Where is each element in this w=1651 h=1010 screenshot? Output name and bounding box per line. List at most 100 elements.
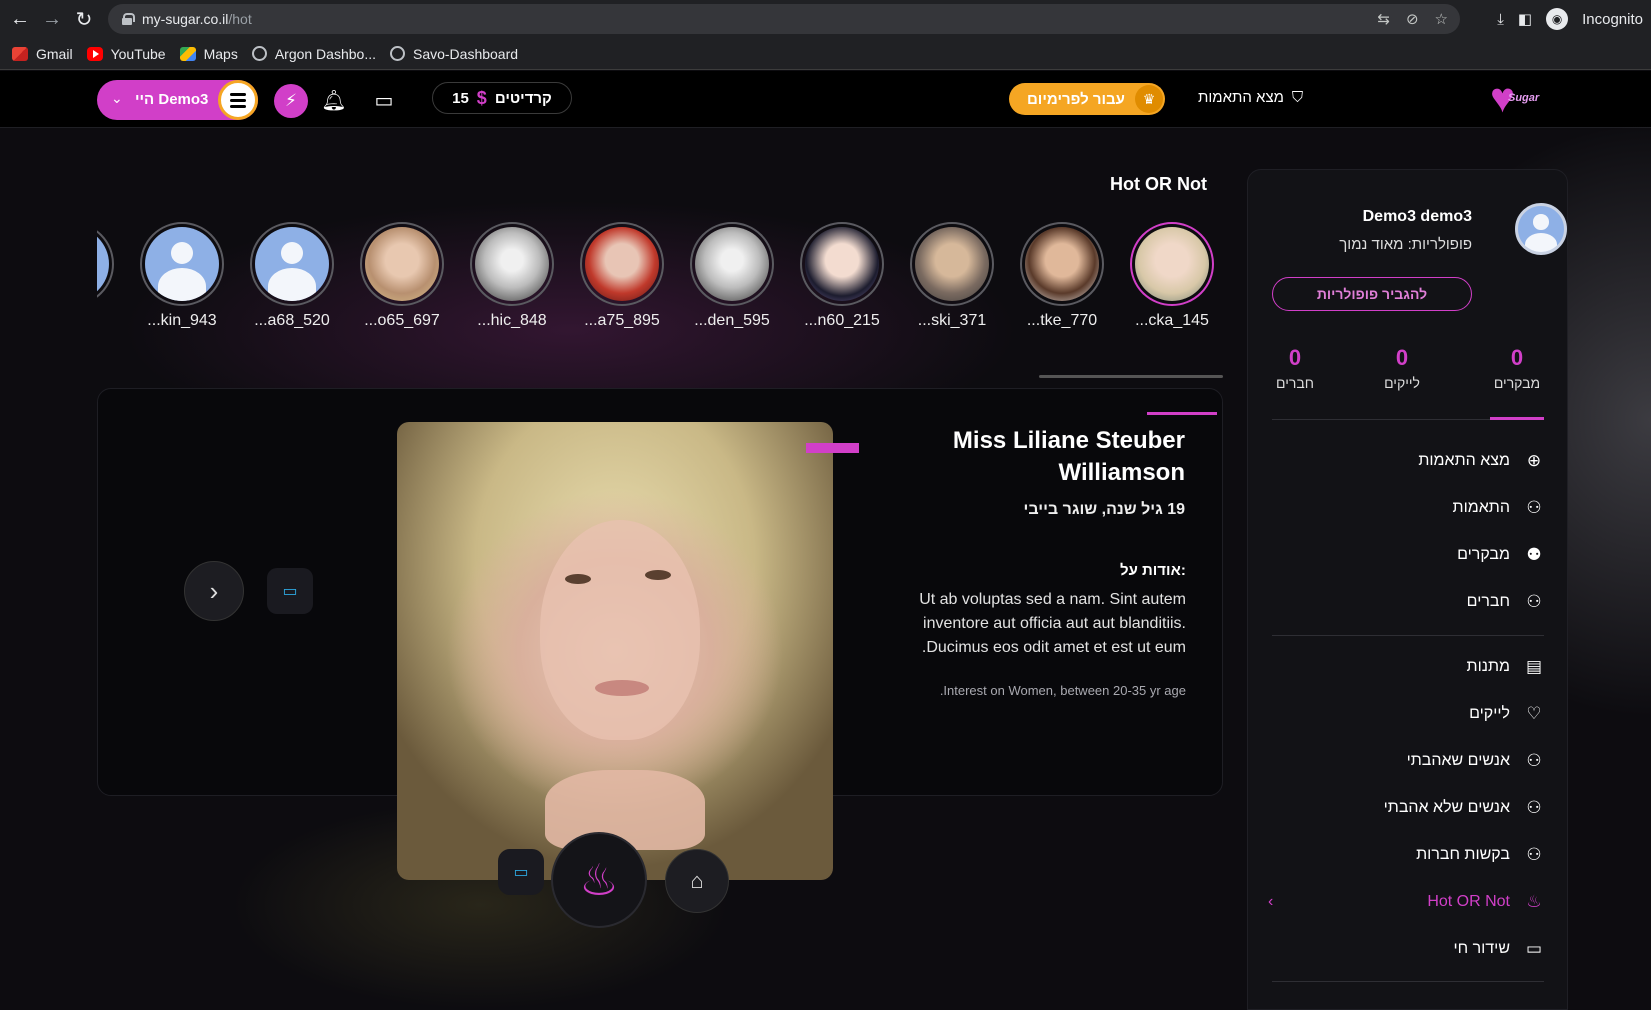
users-icon: ⚇: [1526, 592, 1542, 611]
message-button[interactable]: ▭: [498, 849, 544, 895]
story-item[interactable]: :77: [97, 222, 117, 330]
star-icon[interactable]: ☆: [1435, 10, 1448, 28]
premium-button[interactable]: עבור לפרימיום ♛: [1009, 83, 1165, 115]
carousel-scrollbar[interactable]: [1039, 375, 1223, 378]
sidebar-item[interactable]: התאמות ⚇: [1453, 495, 1544, 521]
boost-popularity-button[interactable]: להגביר פופולריות: [1272, 277, 1472, 311]
sidebar-item[interactable]: Hot OR Not ♨: [1427, 889, 1544, 915]
chat-button[interactable]: ▭: [267, 568, 313, 614]
story-avatar[interactable]: [360, 222, 444, 306]
site-logo[interactable]: ♥ Sugar: [1488, 76, 1548, 119]
sidebar-item-label: אנשים שאהבתי: [1406, 752, 1510, 769]
stat-value: 0: [1395, 345, 1409, 370]
sidebar-item[interactable]: אנשים שאהבתי ⚇: [1407, 748, 1544, 774]
story-item[interactable]: ...tke_770: [1017, 222, 1107, 330]
story-avatar[interactable]: [97, 222, 114, 306]
bell-icon[interactable]: 🔔︎: [319, 85, 349, 115]
story-avatar[interactable]: [1020, 222, 1104, 306]
stat-value: 0: [1288, 345, 1302, 370]
sidebar-item[interactable]: אנשים שלא אהבתי ⚇: [1384, 795, 1544, 821]
incognito-icon[interactable]: ◉: [1546, 8, 1569, 30]
stories-carousel[interactable]: ...cka_145 ...tke_770 ...ski_371 ...n60_215…: [97, 222, 1223, 342]
story-avatar[interactable]: [690, 222, 774, 306]
user-menu-button[interactable]: ⌄ היי Demo3: [97, 80, 258, 120]
find-match-link[interactable]: מצא התאמות ⛉: [1198, 89, 1303, 106]
story-photo: [585, 227, 659, 301]
next-profile-button[interactable]: ›: [184, 561, 244, 621]
boost-bolt-icon[interactable]: ⚡: [274, 84, 308, 118]
story-photo: [805, 227, 879, 301]
story-avatar[interactable]: [140, 222, 224, 306]
globe-icon: [251, 46, 267, 61]
globe-icon: [389, 46, 405, 61]
incognito-label: Incognito: [1582, 10, 1643, 28]
sidebar-user-name: Demo3 demo3: [1362, 208, 1472, 225]
photo-hand: [545, 770, 705, 850]
story-item[interactable]: ...kin_943: [137, 222, 227, 330]
sidebar-item[interactable]: מצא התאמות ⊕: [1418, 448, 1544, 474]
story-avatar[interactable]: [1130, 222, 1214, 306]
sidebar-item[interactable]: לייקים ♡: [1469, 701, 1544, 727]
user-heart-icon: ⚇: [1526, 751, 1542, 770]
bookmark-savo[interactable]: Savo-Dashboard: [389, 46, 518, 62]
bookmark-argon[interactable]: Argon Dashbo...: [251, 46, 376, 62]
stat-active-indicator: [1490, 417, 1544, 420]
sidebar-item[interactable]: מתנות ▤: [1467, 654, 1544, 680]
home-heart-icon: ⌂: [690, 868, 704, 893]
forward-icon[interactable]: →: [36, 3, 68, 35]
story-photo: [97, 227, 109, 301]
chat-icon: ▭: [282, 583, 298, 600]
bookmark-youtube[interactable]: YouTube: [86, 46, 166, 62]
sidebar-item[interactable]: בקשות חברות ⚇: [1416, 842, 1544, 868]
stat-friends[interactable]: 0 חברים: [1245, 345, 1345, 391]
eye-off-icon[interactable]: ⊘: [1406, 10, 1419, 28]
story-item[interactable]: ...a75_895: [577, 222, 667, 330]
story-avatar[interactable]: [910, 222, 994, 306]
sidebar-item[interactable]: שידור חי ▭: [1453, 936, 1544, 962]
story-item[interactable]: ...ski_371: [907, 222, 997, 330]
sidebar-item[interactable]: מבקרים ⚉: [1457, 542, 1544, 568]
credits-badge[interactable]: 15 $ קרדיטים: [432, 82, 572, 114]
heart-icon: ♡: [1526, 704, 1542, 723]
profile-name-line2: Williamson: [1058, 459, 1185, 486]
sidepanel-icon[interactable]: ◧: [1518, 10, 1532, 28]
hot-button[interactable]: ♨: [551, 832, 647, 928]
story-item[interactable]: ...den_595: [687, 222, 777, 330]
story-item[interactable]: ...hic_848: [467, 222, 557, 330]
story-avatar[interactable]: [470, 222, 554, 306]
avatar[interactable]: [1515, 203, 1567, 255]
bookmark-maps[interactable]: Maps: [179, 46, 238, 62]
story-avatar[interactable]: [580, 222, 664, 306]
translate-icon[interactable]: ⇆: [1377, 10, 1390, 28]
chevron-left-icon[interactable]: ‹: [1268, 893, 1273, 911]
story-username: ...kin_943: [147, 312, 217, 329]
story-avatar[interactable]: [250, 222, 334, 306]
user-plus-icon: ⚇: [1526, 845, 1542, 864]
credits-count: 15: [452, 89, 469, 107]
user-check-icon: ⚇: [1526, 498, 1542, 517]
credits-label: קרדיטים: [494, 89, 552, 107]
cone-icon: ⛉: [1291, 89, 1304, 106]
chat-icon[interactable]: ▭: [369, 85, 399, 115]
story-item[interactable]: ...n60_215: [797, 222, 887, 330]
bookmark-gmail[interactable]: Gmail: [12, 46, 73, 62]
story-item[interactable]: ...a68_520: [247, 222, 337, 330]
address-bar[interactable]: my-sugar.co.il/hot ⇆ ⊘ ☆: [108, 4, 1460, 34]
sidebar-item-label: התאמות: [1452, 499, 1510, 516]
download-icon[interactable]: ⤓: [1497, 11, 1504, 28]
stat-visitors[interactable]: 0 מבקרים: [1467, 345, 1567, 391]
sidebar-item-label: Hot OR Not: [1427, 893, 1510, 910]
photo-eye: [565, 574, 591, 584]
sidebar-item[interactable]: חברים ⚇: [1467, 589, 1544, 615]
stat-label: לייקים: [1384, 375, 1420, 391]
stat-likes[interactable]: 0 לייקים: [1352, 345, 1452, 391]
story-avatar[interactable]: [800, 222, 884, 306]
home-heart-button[interactable]: ⌂: [665, 849, 729, 913]
menu-icon[interactable]: [218, 80, 258, 120]
story-item[interactable]: ...cka_145: [1127, 222, 1217, 330]
sidebar-item-label: מצא התאמות: [1418, 452, 1510, 469]
story-item[interactable]: ...o65_697: [357, 222, 447, 330]
reload-icon[interactable]: ↻: [68, 3, 100, 35]
story-photo: [1135, 227, 1209, 301]
back-icon[interactable]: ←: [4, 3, 36, 35]
